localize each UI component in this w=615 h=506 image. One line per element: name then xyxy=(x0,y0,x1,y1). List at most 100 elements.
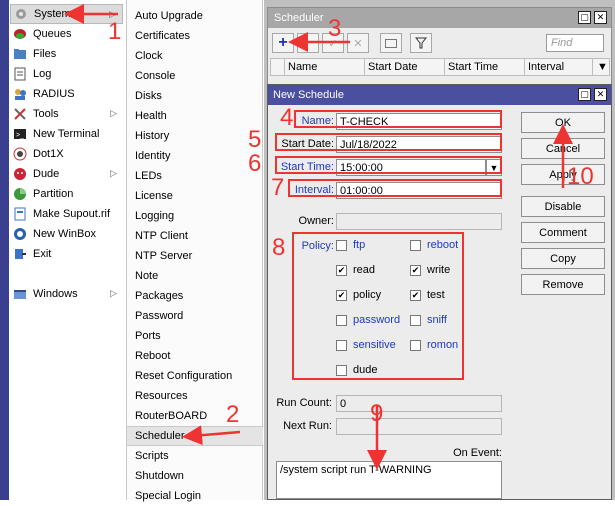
menu-item-windows[interactable]: Windows ▷ xyxy=(10,284,123,304)
submenu-item-auto-upgrade[interactable]: Auto Upgrade xyxy=(127,6,263,26)
dialog-titlebar[interactable]: New Schedule ▢ ✕ xyxy=(268,85,611,105)
submenu-item-scripts[interactable]: Scripts xyxy=(127,446,263,466)
submenu-item-scheduler[interactable]: Scheduler xyxy=(127,426,263,446)
comment-button[interactable]: Comment xyxy=(521,222,605,243)
disable-button[interactable]: ✕ xyxy=(347,33,369,53)
run-count-label: Run Count: xyxy=(276,397,332,409)
submenu-item-clock[interactable]: Clock xyxy=(127,46,263,66)
windows-icon xyxy=(12,287,28,301)
menu-item-make-supout[interactable]: Make Supout.rif xyxy=(10,204,123,224)
close-icon[interactable]: ✕ xyxy=(594,88,607,101)
submenu-item-password[interactable]: Password xyxy=(127,306,263,326)
submenu-item-logging[interactable]: Logging xyxy=(127,206,263,226)
name-field[interactable]: T-CHECK xyxy=(336,113,502,130)
submenu-item-packages[interactable]: Packages xyxy=(127,286,263,306)
plus-icon: + xyxy=(278,34,288,51)
submenu-item-leds[interactable]: LEDs xyxy=(127,166,263,186)
policy-romon-checkbox[interactable]: romon xyxy=(410,339,458,351)
start-time-label: Start Time: xyxy=(280,161,334,173)
policy-sensitive-checkbox[interactable]: sensitive xyxy=(336,339,396,351)
filter-button[interactable] xyxy=(410,33,432,53)
menu-item-partition[interactable]: Partition xyxy=(10,184,123,204)
add-button[interactable]: + xyxy=(272,33,294,53)
menu-item-log[interactable]: Log xyxy=(10,64,123,84)
submenu-item-routerboard[interactable]: RouterBOARD xyxy=(127,406,263,426)
submenu-item-identity[interactable]: Identity xyxy=(127,146,263,166)
cancel-button[interactable]: Cancel xyxy=(521,138,605,159)
menu-item-system[interactable]: System ▷ xyxy=(10,4,123,24)
submenu-item-license[interactable]: License xyxy=(127,186,263,206)
submenu-item-ntp-client[interactable]: NTP Client xyxy=(127,226,263,246)
interval-field[interactable]: 01:00:00 xyxy=(336,182,502,199)
comment-button[interactable] xyxy=(380,33,402,53)
menu-item-label: RADIUS xyxy=(33,88,75,100)
restore-icon[interactable]: ▢ xyxy=(578,11,591,24)
checkbox-box xyxy=(410,239,421,251)
menu-item-queues[interactable]: Queues xyxy=(10,24,123,44)
submenu-item-console[interactable]: Console xyxy=(127,66,263,86)
submenu-item-health[interactable]: Health xyxy=(127,106,263,126)
policy-test-checkbox[interactable]: ✔ test xyxy=(410,289,445,301)
disable-button[interactable]: Disable xyxy=(521,196,605,217)
menu-item-label: New Terminal xyxy=(33,128,100,140)
on-event-textarea[interactable]: /system script run T-WARNING xyxy=(276,461,502,499)
copy-button[interactable]: Copy xyxy=(521,248,605,269)
menu-item-label: Partition xyxy=(33,188,74,200)
find-input[interactable]: Find xyxy=(546,34,604,52)
policy-reboot-checkbox[interactable]: reboot xyxy=(410,239,458,251)
check-icon: ✓ xyxy=(328,37,338,50)
folder-icon xyxy=(12,47,28,61)
policy-option-label: test xyxy=(427,289,445,301)
policy-dude-checkbox[interactable]: dude xyxy=(336,364,377,376)
submenu-item-shutdown[interactable]: Shutdown xyxy=(127,466,263,486)
remove-button[interactable]: − xyxy=(297,33,319,53)
apply-button[interactable]: Apply xyxy=(521,164,605,185)
policy-option-label: ftp xyxy=(353,239,366,251)
start-time-dropdown-icon[interactable]: ▼ xyxy=(486,159,502,176)
policy-option-label: policy xyxy=(353,289,382,301)
policy-ftp-checkbox[interactable]: ftp xyxy=(336,239,365,251)
policy-option-label: dude xyxy=(353,364,378,376)
submenu-item-note[interactable]: Note xyxy=(127,266,263,286)
policy-sniff-checkbox[interactable]: sniff xyxy=(410,314,447,326)
submenu-item-reset-configuration[interactable]: Reset Configuration xyxy=(127,366,263,386)
submenu-item-certificates[interactable]: Certificates xyxy=(127,26,263,46)
submenu-item-ports[interactable]: Ports xyxy=(127,326,263,346)
partition-icon xyxy=(12,187,28,201)
column-name[interactable]: Name xyxy=(285,59,365,75)
column-marker xyxy=(271,59,285,75)
submenu-item-history[interactable]: History xyxy=(127,126,263,146)
menu-item-label: Exit xyxy=(33,248,52,260)
menu-item-new-winbox[interactable]: New WinBox xyxy=(10,224,123,244)
ok-button[interactable]: OK xyxy=(521,112,605,133)
menu-item-tools[interactable]: Tools ▷ xyxy=(10,104,123,124)
enable-button[interactable]: ✓ xyxy=(322,33,344,53)
policy-policy-checkbox[interactable]: ✔ policy xyxy=(336,289,381,301)
menu-item-dude[interactable]: Dude ▷ xyxy=(10,164,123,184)
menu-item-dot1x[interactable]: Dot1X xyxy=(10,144,123,164)
menu-item-new-terminal[interactable]: >_ New Terminal xyxy=(10,124,123,144)
column-interval[interactable]: Interval xyxy=(525,59,593,75)
policy-password-checkbox[interactable]: password xyxy=(336,314,400,326)
start-date-label: Start Date: xyxy=(281,138,334,150)
remove-button[interactable]: Remove xyxy=(521,274,605,295)
column-start-date[interactable]: Start Date xyxy=(365,59,445,75)
policy-read-checkbox[interactable]: ✔ read xyxy=(336,264,375,276)
start-date-field[interactable]: Jul/18/2022 xyxy=(336,136,502,153)
start-time-field[interactable]: 15:00:00 xyxy=(336,159,486,176)
menu-item-exit[interactable]: Exit xyxy=(10,244,123,264)
submenu-item-ntp-server[interactable]: NTP Server xyxy=(127,246,263,266)
submenu-item-reboot[interactable]: Reboot xyxy=(127,346,263,366)
column-start-time[interactable]: Start Time xyxy=(445,59,525,75)
close-icon[interactable]: ✕ xyxy=(594,11,607,24)
submenu-item-disks[interactable]: Disks xyxy=(127,86,263,106)
scheduler-titlebar[interactable]: Scheduler ▢ ✕ xyxy=(268,8,611,28)
restore-icon[interactable]: ▢ xyxy=(578,88,591,101)
column-dropdown-icon[interactable]: ▼ xyxy=(593,59,609,75)
submenu-item-special-login[interactable]: Special Login xyxy=(127,486,263,506)
policy-write-checkbox[interactable]: ✔ write xyxy=(410,264,450,276)
menu-item-files[interactable]: Files xyxy=(10,44,123,64)
tools-icon xyxy=(12,107,28,121)
submenu-item-resources[interactable]: Resources xyxy=(127,386,263,406)
menu-item-radius[interactable]: RADIUS xyxy=(10,84,123,104)
